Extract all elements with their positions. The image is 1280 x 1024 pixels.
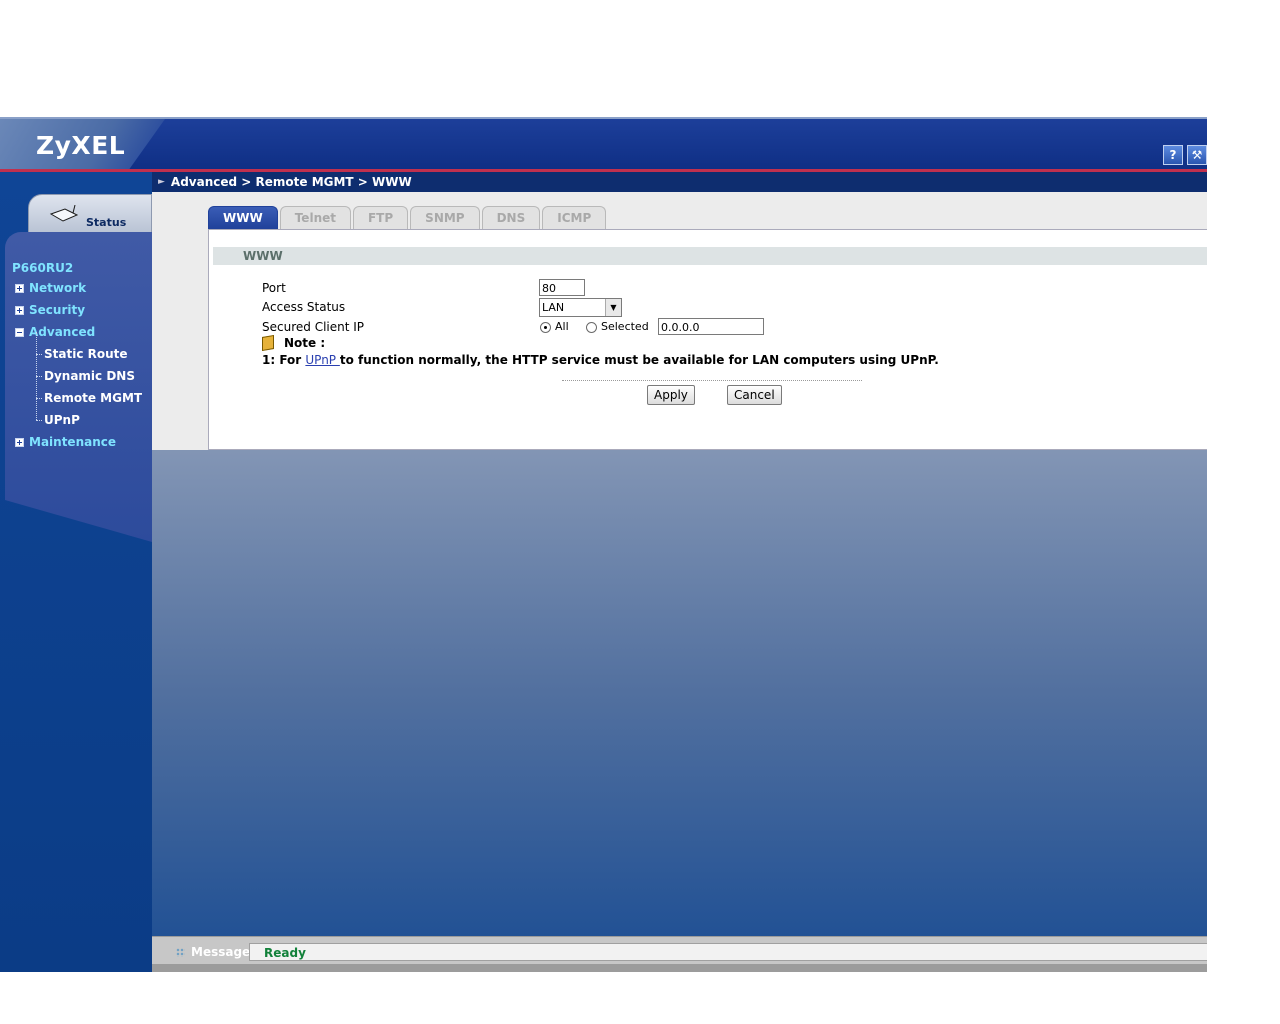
sidebar: Status P660RU2 Network Security Advanced… <box>0 172 152 972</box>
tab-ftp[interactable]: FTP <box>352 206 409 229</box>
sidebar-subitem-static-route[interactable]: Static Route <box>12 332 142 365</box>
apply-button[interactable]: Apply <box>647 385 695 405</box>
radio-selected[interactable] <box>586 322 597 333</box>
section-title: WWW <box>213 247 1207 265</box>
sidebar-subitem-dynamic-dns[interactable]: Dynamic DNS <box>12 354 142 387</box>
status-message: Ready <box>249 943 1207 961</box>
header-icons: ? ⚒ <box>1163 145 1207 165</box>
note-title: Note : <box>284 336 326 350</box>
client-ip-input[interactable]: 0.0.0.0 <box>658 318 764 335</box>
breadcrumb: ► Advanced > Remote MGMT > WWW <box>152 172 1207 192</box>
sidebar-item-label: Advanced <box>29 325 96 339</box>
nav-tree: P660RU2 Network Security Advanced Static… <box>12 261 142 453</box>
help-icon[interactable]: ? <box>1163 145 1183 165</box>
sidebar-item-maintenance[interactable]: Maintenance <box>12 431 142 453</box>
note-icon <box>262 334 274 352</box>
sidebar-item-label: Network <box>29 281 87 295</box>
expand-icon[interactable] <box>15 283 24 293</box>
sidebar-item-security[interactable]: Security <box>12 299 142 321</box>
secured-client-ip-label: Secured Client IP <box>262 320 365 334</box>
content-area: WWW Telnet FTP SNMP DNS ICMP WWW Port 80… <box>152 192 1207 450</box>
upnp-link[interactable]: UPnP <box>305 353 339 367</box>
note-suffix: to function normally, the HTTP service m… <box>339 353 939 367</box>
access-status-select[interactable]: LAN ▼ <box>539 298 622 317</box>
sidebar-subitem-remote-mgmt[interactable]: Remote MGMT <box>12 376 142 409</box>
note-prefix: 1: For <box>262 353 306 367</box>
radio-all-label: All <box>555 320 569 333</box>
breadcrumb-arrow-icon: ► <box>158 177 165 187</box>
status-tab-label: Status <box>86 216 127 229</box>
button-separator <box>562 380 862 381</box>
header: ZyXEL ? ⚒ <box>0 117 1207 171</box>
status-tab[interactable]: Status <box>28 194 152 236</box>
sidebar-subitem-upnp[interactable]: UPnP <box>12 398 142 431</box>
zyxel-logo: ZyXEL <box>36 131 126 160</box>
tab-dns[interactable]: DNS <box>481 206 541 229</box>
collapse-icon[interactable] <box>15 327 24 337</box>
status-bar: Message Ready <box>152 936 1207 972</box>
expand-icon[interactable] <box>15 437 24 447</box>
port-input[interactable]: 80 <box>539 279 585 296</box>
tab-www[interactable]: WWW <box>208 206 278 229</box>
note-text: 1: For UPnP to function normally, the HT… <box>262 353 939 367</box>
sidebar-item-advanced[interactable]: Advanced <box>12 321 142 343</box>
expand-icon[interactable] <box>15 305 24 315</box>
sidebar-item-label: Security <box>29 303 86 317</box>
access-status-value: LAN <box>542 301 565 314</box>
radio-selected-label: Selected <box>601 320 649 333</box>
access-status-label: Access Status <box>262 300 346 314</box>
port-label: Port <box>262 281 286 295</box>
message-icon <box>176 947 185 957</box>
wizard-icon[interactable]: ⚒ <box>1187 145 1207 165</box>
message-label-text: Message <box>191 945 251 959</box>
router-icon <box>49 205 79 222</box>
note: Note : <box>262 334 326 352</box>
main-area: ► Advanced > Remote MGMT > WWW WWW Telne… <box>152 172 1207 972</box>
tab-bar: WWW Telnet FTP SNMP DNS ICMP <box>208 206 607 229</box>
device-name[interactable]: P660RU2 <box>12 261 142 275</box>
breadcrumb-text: Advanced > Remote MGMT > WWW <box>170 175 412 189</box>
www-panel: WWW Port 80 Access Status LAN ▼ Secured … <box>208 229 1207 450</box>
radio-all[interactable] <box>540 322 551 333</box>
message-label: Message <box>176 945 250 959</box>
cancel-button[interactable]: Cancel <box>727 385 782 405</box>
tab-telnet[interactable]: Telnet <box>279 206 351 229</box>
tab-snmp[interactable]: SNMP <box>410 206 480 229</box>
tab-icmp[interactable]: ICMP <box>542 206 607 229</box>
router-web-ui: ZyXEL ? ⚒ Status P660RU2 Network Securit… <box>0 117 1207 972</box>
sidebar-item-label: Maintenance <box>29 435 117 449</box>
chevron-down-icon[interactable]: ▼ <box>605 299 621 316</box>
status-bar-bottom <box>152 964 1207 972</box>
sidebar-item-network[interactable]: Network <box>12 277 142 299</box>
